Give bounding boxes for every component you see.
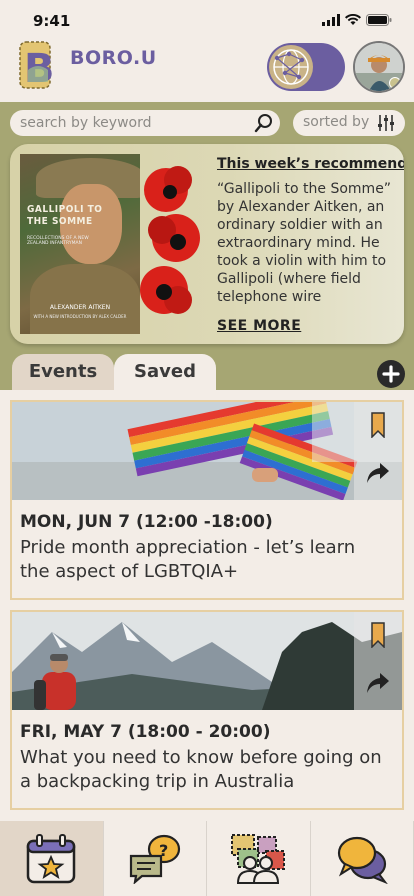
event-date: FRI, MAY 7 (18:00 - 20:00): [20, 722, 271, 742]
event-description: What you need to know before going on a …: [20, 747, 382, 792]
share-icon[interactable]: [366, 462, 390, 484]
event-date: MON, JUN 7 (12:00 -18:00): [20, 512, 273, 532]
bookmark-icon[interactable]: [371, 412, 385, 438]
event-card[interactable]: FRI, MAY 7 (18:00 - 20:00) What you need…: [10, 610, 404, 810]
status-time: 9:41: [33, 12, 71, 30]
wifi-icon: [345, 14, 361, 25]
book-intro-credit: WITH A NEW INTRODUCTION BY ALEX CALDER: [33, 314, 127, 319]
app-header: B BORO.U: [0, 41, 414, 102]
weekly-recommendation-card[interactable]: GALLIPOLI TO THE SOMME RECOLLECTIONS OF …: [10, 144, 404, 344]
add-button[interactable]: [377, 360, 405, 388]
app-logo: B: [19, 41, 55, 90]
sort-label: sorted by: [303, 114, 370, 130]
user-avatar[interactable]: [353, 41, 405, 93]
book-author: ALEXANDER AITKEN: [49, 304, 111, 311]
search-input[interactable]: [20, 113, 250, 133]
poppy-flowers-decoration: [140, 166, 200, 314]
status-bar: 9:41: [0, 0, 414, 44]
search-icon[interactable]: [254, 113, 274, 133]
calendar-star-icon: [27, 833, 76, 883]
nav-questions[interactable]: ?: [104, 821, 207, 896]
online-status-dot: [389, 77, 401, 89]
search-bar[interactable]: [10, 110, 280, 136]
community-icon: [231, 833, 286, 884]
book-cover[interactable]: GALLIPOLI TO THE SOMME RECOLLECTIONS OF …: [20, 154, 140, 334]
network-globe-icon: [269, 45, 313, 89]
question-chat-icon: ?: [129, 834, 180, 884]
plus-icon: [382, 365, 400, 383]
tab-saved[interactable]: Saved: [114, 354, 216, 390]
tab-events[interactable]: Events: [12, 354, 114, 390]
event-description: Pride month appreciation - let’s learn t…: [20, 537, 356, 582]
recommend-heading: This week’s recommend:: [217, 156, 404, 172]
signal-icon: [322, 14, 340, 26]
bottom-navigation: ?: [0, 821, 414, 896]
book-title: GALLIPOLI TO THE SOMME: [27, 204, 103, 227]
card-actions: [354, 402, 402, 500]
event-card[interactable]: MON, JUN 7 (12:00 -18:00) Pride month ap…: [10, 400, 404, 600]
brand-name: BORO.U: [70, 47, 157, 69]
system-icons: [322, 14, 392, 26]
nav-events[interactable]: [0, 821, 104, 896]
bookmark-icon[interactable]: [371, 622, 385, 648]
nav-messages[interactable]: [311, 821, 414, 896]
sort-button[interactable]: sorted by: [293, 110, 405, 136]
filter-icon: [378, 115, 394, 131]
nav-community[interactable]: [207, 821, 311, 896]
saved-events-list: MON, JUN 7 (12:00 -18:00) Pride month ap…: [0, 390, 414, 821]
card-actions: [354, 612, 402, 710]
chat-bubbles-icon: [337, 836, 388, 884]
mode-toggle[interactable]: [267, 43, 345, 91]
pride-flags-image: [12, 402, 402, 500]
recommend-description: “Gallipoli to the Somme” by Alexander Ai…: [217, 181, 392, 305]
share-icon[interactable]: [366, 672, 390, 694]
mountain-hiker-image: [12, 612, 402, 710]
see-more-link[interactable]: SEE MORE: [217, 318, 301, 334]
battery-icon: [366, 14, 392, 26]
book-subtitle: RECOLLECTIONS OF A NEW ZEALAND INFANTRYM…: [27, 236, 89, 247]
